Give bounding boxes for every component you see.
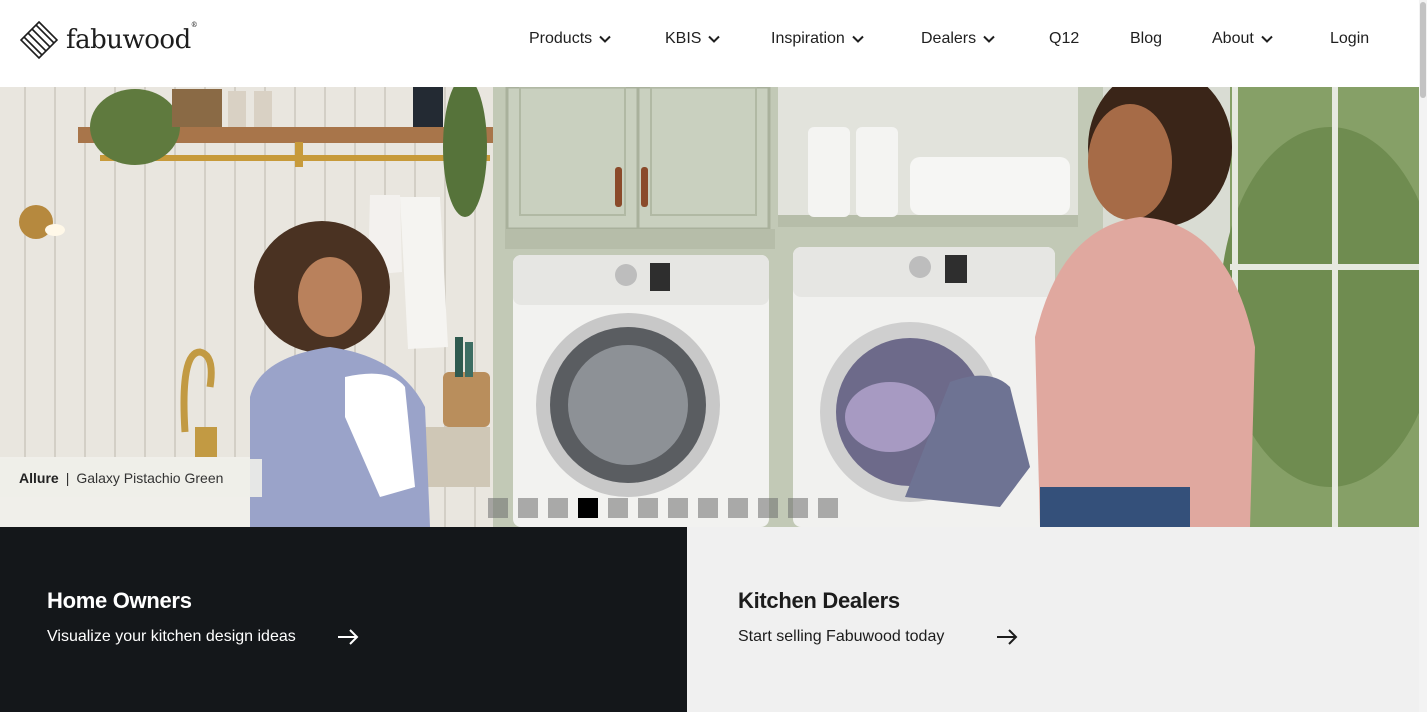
carousel-dot[interactable] — [488, 498, 508, 518]
nav-inspiration[interactable]: Inspiration — [771, 30, 864, 48]
carousel-dot[interactable] — [608, 498, 628, 518]
home-owners-link[interactable]: Visualize your kitchen design ideas — [47, 628, 359, 646]
nav-inspiration-label: Inspiration — [771, 30, 845, 47]
kitchen-dealers-panel[interactable]: Kitchen Dealers Start selling Fabuwood t… — [687, 527, 1419, 712]
home-owners-title: Home Owners — [47, 588, 192, 613]
nav-kbis[interactable]: KBIS — [665, 30, 721, 48]
arrow-right-icon — [337, 629, 359, 645]
home-owners-link-text: Visualize your kitchen design ideas — [47, 628, 296, 645]
nav-dealers-label: Dealers — [921, 30, 977, 47]
carousel-dot[interactable] — [818, 498, 838, 518]
main-nav: Products KBIS Inspiration Dealers Q12 Bl… — [0, 30, 1427, 56]
nav-about[interactable]: About — [1212, 30, 1273, 48]
caption-separator: | — [65, 470, 70, 486]
carousel-dot[interactable] — [668, 498, 688, 518]
carousel-dot[interactable] — [698, 498, 718, 518]
hero-caption: Allure | Galaxy Pistachio Green — [0, 459, 262, 497]
kitchen-dealers-link[interactable]: Start selling Fabuwood today — [738, 628, 1018, 646]
carousel-pagination — [488, 498, 848, 518]
chevron-down-icon — [708, 35, 721, 43]
nav-blog[interactable]: Blog — [1130, 30, 1162, 48]
site-header: fabuwood® Products KBIS Inspiration Deal… — [0, 0, 1427, 87]
page: fabuwood® Products KBIS Inspiration Deal… — [0, 0, 1427, 712]
nav-products[interactable]: Products — [529, 30, 611, 48]
nav-dealers[interactable]: Dealers — [921, 30, 995, 48]
kitchen-dealers-link-text: Start selling Fabuwood today — [738, 628, 945, 645]
chevron-down-icon — [1261, 35, 1273, 43]
carousel-dot[interactable] — [548, 498, 568, 518]
arrow-right-icon — [997, 629, 1018, 645]
carousel-dot[interactable] — [518, 498, 538, 518]
chevron-down-icon — [852, 35, 864, 43]
chevron-down-icon — [599, 35, 611, 43]
home-owners-panel[interactable]: Home Owners Visualize your kitchen desig… — [0, 527, 687, 712]
nav-kbis-label: KBIS — [665, 30, 702, 47]
caption-finish: Galaxy Pistachio Green — [76, 470, 224, 486]
nav-login[interactable]: Login — [1330, 30, 1369, 48]
carousel-dot[interactable] — [638, 498, 658, 518]
carousel-dot-active[interactable] — [578, 498, 598, 518]
carousel-dot[interactable] — [728, 498, 748, 518]
nav-products-label: Products — [529, 30, 593, 47]
chevron-down-icon — [983, 35, 995, 43]
kitchen-dealers-title: Kitchen Dealers — [738, 588, 900, 613]
nav-q12[interactable]: Q12 — [1049, 30, 1079, 48]
hero-carousel[interactable]: Allure | Galaxy Pistachio Green — [0, 87, 1419, 527]
page-scrollbar[interactable] — [1419, 0, 1427, 712]
scrollbar-thumb[interactable] — [1420, 2, 1426, 98]
carousel-dot[interactable] — [788, 498, 808, 518]
nav-login-label: Login — [1330, 30, 1370, 47]
nav-about-label: About — [1212, 30, 1254, 47]
nav-blog-label: Blog — [1130, 30, 1163, 47]
carousel-dot[interactable] — [758, 498, 778, 518]
nav-q12-label: Q12 — [1049, 30, 1080, 47]
caption-collection: Allure — [19, 470, 59, 486]
